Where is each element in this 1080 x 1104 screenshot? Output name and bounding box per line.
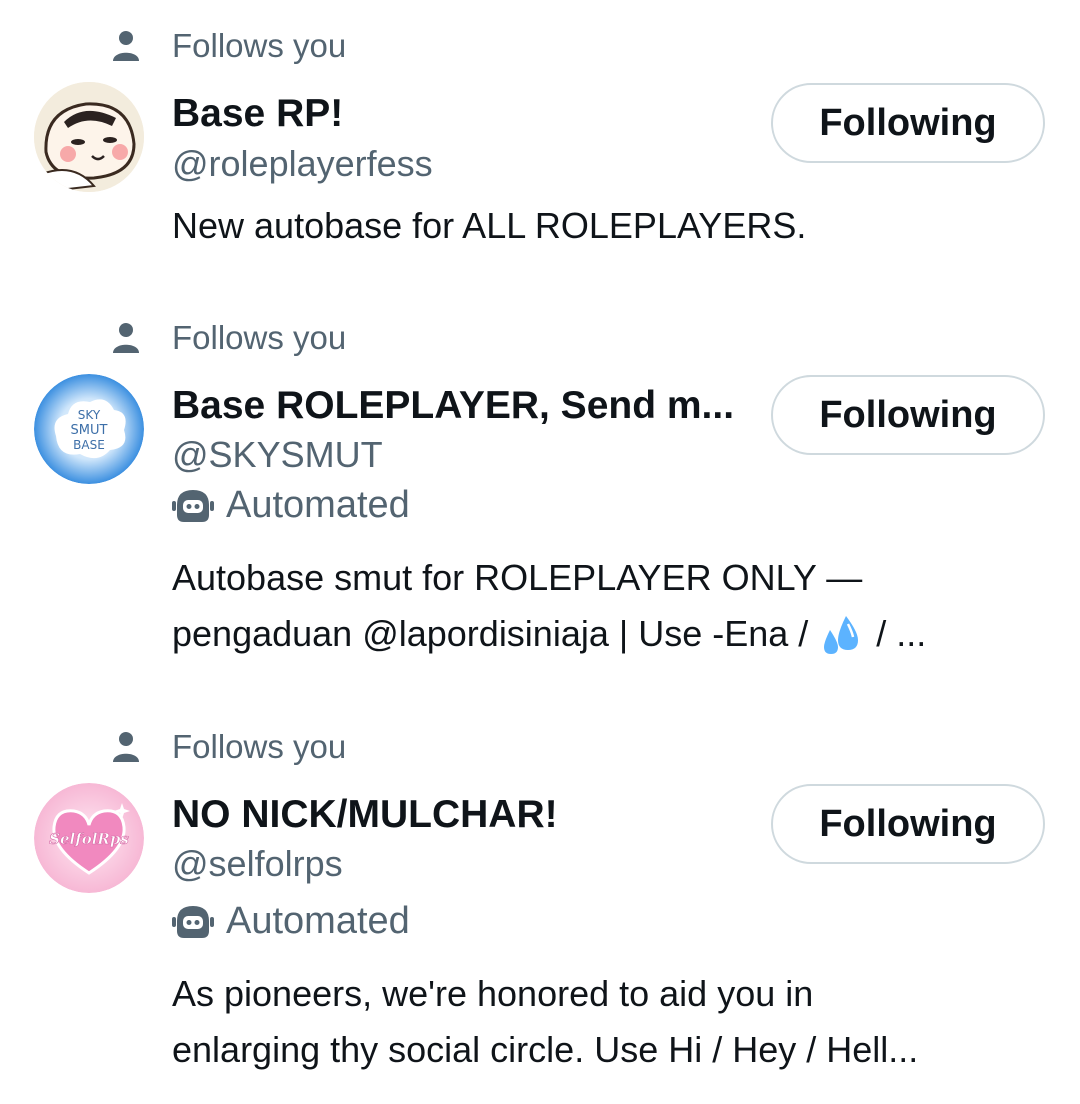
automated-row: Automated <box>172 484 410 527</box>
display-name[interactable]: Base RP! <box>172 92 343 136</box>
follows-you-label: Follows you <box>172 319 347 356</box>
following-button[interactable]: Following <box>771 375 1045 455</box>
bio-line: New autobase for ALL ROLEPLAYERS. <box>172 205 807 246</box>
follows-you-row: Follows you <box>112 727 346 767</box>
bio: Autobase smut for ROLEPLAYER ONLY — peng… <box>172 550 1052 662</box>
person-icon <box>113 732 139 762</box>
pink-heart-logo-icon: SelfolRps <box>34 783 144 893</box>
automated-label: Automated <box>226 900 410 942</box>
follows-you-label: Follows you <box>172 728 347 765</box>
avatar-text: SelfolRps <box>49 830 129 848</box>
avatar[interactable]: SKY SMUT BASE <box>34 374 144 484</box>
avatar-text: SMUT <box>71 423 108 438</box>
display-name[interactable]: Base ROLEPLAYER, Send m... <box>172 384 734 428</box>
bio: New autobase for ALL ROLEPLAYERS. <box>172 198 1052 254</box>
robot-icon <box>172 489 214 522</box>
bio-line: enlarging thy social circle. Use Hi / He… <box>172 1029 919 1070</box>
robot-icon <box>172 905 214 938</box>
following-button[interactable]: Following <box>771 784 1045 864</box>
person-icon <box>113 31 139 61</box>
bio-line: Autobase smut for ROLEPLAYER ONLY — <box>172 557 863 598</box>
follows-you-row: Follows you <box>112 26 346 66</box>
avatar[interactable] <box>34 82 144 192</box>
sky-smut-base-logo-icon: SKY SMUT BASE <box>34 374 144 484</box>
automated-row: Automated <box>172 900 410 943</box>
bio: As pioneers, we're honored to aid you in… <box>172 966 1052 1078</box>
user-handle[interactable]: @roleplayerfess <box>172 143 433 185</box>
bio-line: pengaduan @lapordisiniaja | Use -Ena / <box>172 613 819 654</box>
automated-label: Automated <box>226 484 410 526</box>
bio-line: / ... <box>866 613 927 654</box>
avatar[interactable]: SelfolRps <box>34 783 144 893</box>
following-button[interactable]: Following <box>771 83 1045 163</box>
follows-you-label: Follows you <box>172 27 347 64</box>
bio-line: As pioneers, we're honored to aid you in <box>172 973 814 1014</box>
person-icon <box>113 323 139 353</box>
display-name[interactable]: NO NICK/MULCHAR! <box>172 793 558 837</box>
user-handle[interactable]: @SKYSMUT <box>172 434 383 476</box>
avatar-text: SKY <box>78 408 101 422</box>
avatar-text: BASE <box>73 438 105 452</box>
anime-character-avatar-icon <box>34 82 144 192</box>
sweat-droplets-icon <box>824 616 859 655</box>
user-handle[interactable]: @selfolrps <box>172 843 343 885</box>
follows-you-row: Follows you <box>112 318 346 358</box>
bio-line-2: pengaduan @lapordisiniaja | Use -Ena / /… <box>172 606 1052 662</box>
account-card[interactable]: Follows you Base RP! @roleplayerfess New… <box>0 0 1080 280</box>
